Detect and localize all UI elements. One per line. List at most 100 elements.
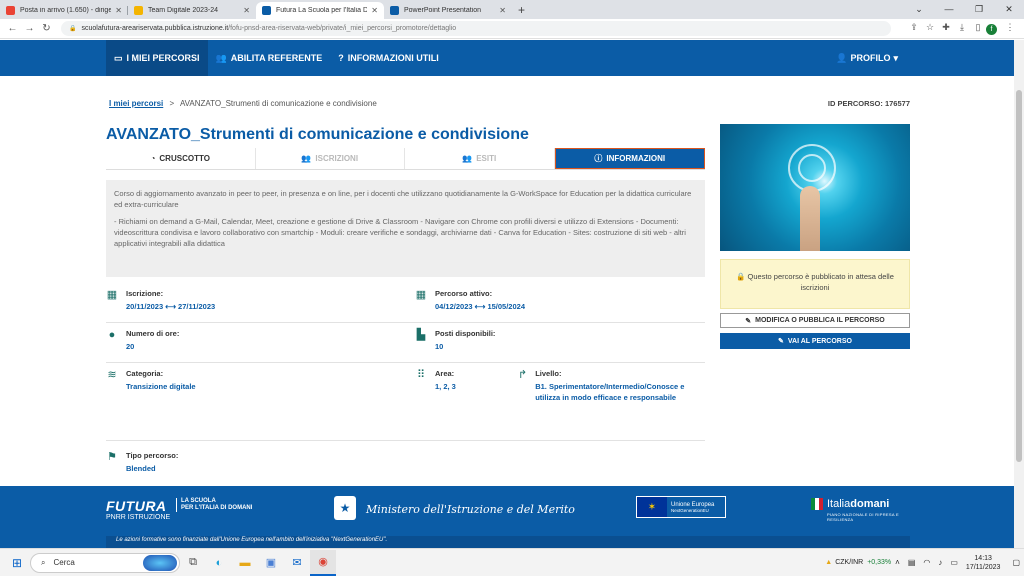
restore-icon[interactable]: ❐	[964, 0, 994, 18]
url-path: /fofu-pnsd-area-riservata-web/private/i_…	[228, 25, 457, 32]
back-icon[interactable]: ←	[4, 23, 21, 34]
edit-icon: ✎	[778, 338, 784, 345]
lock-icon: 🔒	[736, 272, 746, 281]
calendar-icon: ▦	[106, 289, 118, 301]
chevron-down-icon[interactable]: ⌄	[904, 0, 934, 18]
browser-tab-team[interactable]: Team Digitale 2023-24 ✕	[128, 2, 256, 19]
edit-icon: ✎	[745, 317, 752, 325]
glow-ring	[798, 154, 826, 182]
nav-my-paths[interactable]: ▭ I MIEI PERCORSI	[106, 40, 208, 76]
tab-iscrizioni[interactable]: 👥 ISCRIZIONI	[256, 148, 405, 169]
tab-cruscotto[interactable]: ◔ CRUSCOTTO	[106, 148, 256, 169]
tab-esiti[interactable]: 👥 ESITI	[405, 148, 555, 169]
network-icon[interactable]: ▤	[908, 558, 916, 567]
edge-icon[interactable]: ◐	[206, 557, 232, 569]
store-icon[interactable]: ▣	[258, 556, 284, 569]
scrollbar-thumb[interactable]	[1016, 90, 1022, 462]
nav-profile[interactable]: 👤 PROFILO ▾	[836, 53, 898, 64]
task-view-icon[interactable]: ⧉	[180, 556, 206, 569]
gmail-icon	[6, 6, 15, 15]
clock[interactable]: 14:13 17/11/2023	[966, 554, 1001, 572]
search-highlight-icon	[143, 554, 177, 571]
course-tabs: ◔ CRUSCOTTO 👥 ISCRIZIONI 👥 ESITI ⓘ INFOR…	[106, 148, 705, 170]
sidebar-icon[interactable]: ▯	[970, 22, 986, 35]
notification-icon[interactable]: ▢	[1012, 558, 1020, 567]
ministry-name: Ministero dell'Istruzione e del Merito	[366, 503, 575, 516]
mail-icon[interactable]: ✉	[284, 556, 310, 569]
chevron-up-icon[interactable]: ˄	[895, 558, 900, 567]
forward-icon[interactable]: →	[21, 23, 38, 34]
description-topics: - Richiami on demand a G-Mail, Calendar,…	[114, 217, 686, 248]
windows-taskbar: ⊞ ⌕ Cerca ⧉ ◐ ▬ ▣ ✉ ◉ ▲ CZK/INR +0,33% ˄…	[0, 548, 1024, 576]
new-tab-button[interactable]: +	[512, 2, 531, 19]
menu-icon[interactable]: ⋮	[1002, 22, 1018, 35]
lock-icon: 🔒	[69, 26, 77, 32]
browser-tab-gmail[interactable]: Posta in arrivo (1.650) - dirigente ✕	[0, 2, 128, 19]
republic-emblem-icon: ★	[334, 496, 356, 520]
url-host: scuolafutura-areariservata.pubblica.istr…	[81, 25, 229, 32]
calendar-icon: ▦	[415, 289, 427, 301]
users-icon: 👥	[215, 52, 227, 63]
futura-logo: FUTURA	[106, 498, 167, 514]
field-posti-disponibili: ▙ Posti disponibili: 10	[416, 329, 496, 351]
reload-icon[interactable]: ↻	[38, 23, 55, 34]
field-numero-ore: ● Numero di ore: 20	[106, 329, 180, 352]
browser-tab-powerpoint[interactable]: PowerPoint Presentation ✕	[384, 2, 512, 19]
address-bar[interactable]: 🔒 scuolafutura-areariservata.pubblica.is…	[61, 21, 891, 36]
page-content: ▭ I MIEI PERCORSI 👥 ABILITA REFERENTE ? …	[0, 40, 1014, 548]
page-title: AVANZATO_Strumenti di comunicazione e co…	[106, 126, 529, 143]
search-icon: ⌕	[41, 557, 46, 567]
users-icon: 👥	[301, 154, 312, 163]
monitor-icon: ▭	[114, 52, 123, 63]
tab-informazioni[interactable]: ⓘ INFORMAZIONI	[554, 148, 705, 169]
edit-publish-button[interactable]: ✎ MODIFICA O PUBBLICA IL PERCORSO	[720, 313, 910, 328]
page-scrollbar[interactable]	[1014, 40, 1024, 548]
pnrr-label: PNRR ISTRUZIONE	[106, 514, 171, 521]
share-icon[interactable]: ⇪	[906, 22, 922, 35]
close-window-icon[interactable]: ✕	[994, 0, 1024, 18]
details-row: ▦ Iscrizione: 20/11/2023 ⟷ 27/11/2023 ▦ …	[106, 283, 705, 323]
nav-useful-info[interactable]: ? INFORMAZIONI UTILI	[330, 40, 447, 76]
futura-icon	[262, 6, 271, 15]
volume-icon[interactable]: ♪	[938, 558, 942, 567]
breadcrumb-current: AVANZATO_Strumenti di comunicazione e co…	[179, 99, 377, 108]
browser-tab-strip: Posta in arrivo (1.650) - dirigente ✕ Te…	[0, 0, 1024, 19]
description-intro: Corso di aggiornamento avanzato in peer …	[114, 189, 692, 209]
wifi-icon[interactable]: ◠	[923, 558, 930, 567]
battery-icon[interactable]: ▭	[950, 558, 958, 567]
caret-down-icon: ▾	[893, 52, 898, 63]
extensions-icon[interactable]: ✚	[938, 22, 954, 35]
close-icon[interactable]: ✕	[243, 6, 250, 15]
field-categoria: ≋ Categoria: Transizione digitale	[107, 369, 196, 391]
level-up-icon: ↱	[518, 369, 528, 381]
close-icon[interactable]: ✕	[371, 6, 378, 15]
taskbar-search[interactable]: ⌕ Cerca	[30, 552, 180, 573]
field-tipo-percorso: ⚑ Tipo percorso: Blended	[107, 451, 179, 473]
profile-avatar[interactable]: f	[986, 22, 1002, 35]
go-to-course-button[interactable]: ✎ VAI AL PERCORSO	[720, 333, 910, 349]
nav-enable-referent[interactable]: 👥 ABILITA REFERENTE	[208, 40, 331, 76]
status-notice: 🔒 Questo percorso è pubblicato in attesa…	[720, 259, 910, 309]
download-icon[interactable]: ⤓	[954, 22, 970, 35]
field-area: ⠿ Area: 1, 2, 3	[416, 369, 456, 391]
explorer-icon[interactable]: ▬	[232, 557, 258, 569]
breadcrumb: I miei percorsi > AVANZATO_Strumenti di …	[109, 99, 910, 108]
field-iscrizione: ▦ Iscrizione: 20/11/2023 ⟷ 27/11/2023	[106, 289, 216, 311]
chrome-icon[interactable]: ◉	[310, 549, 336, 576]
details-row: ≋ Categoria: Transizione digitale ⠿ Area…	[106, 363, 705, 441]
course-image	[720, 124, 910, 251]
browser-tab-futura[interactable]: Futura La Scuola per l'Italia Dom ✕	[256, 2, 384, 19]
star-icon[interactable]: ☆	[922, 22, 938, 35]
windows-start-icon[interactable]: ⊞	[4, 556, 30, 570]
field-percorso-attivo: ▦ Percorso attivo: 04/12/2023 ⟷ 15/05/20…	[415, 289, 525, 311]
breadcrumb-root-link[interactable]: I miei percorsi	[109, 99, 163, 108]
funding-note: Le azioni formative sono finanziate dall…	[116, 537, 388, 543]
futura-icon	[390, 6, 399, 15]
question-icon: ?	[338, 53, 344, 63]
minimize-icon[interactable]: —	[934, 0, 964, 18]
course-id: ID PERCORSO: 176577	[827, 99, 910, 108]
stock-icon: ▲	[825, 559, 833, 566]
close-icon[interactable]: ✕	[115, 6, 122, 15]
close-icon[interactable]: ✕	[499, 6, 506, 15]
signpost-icon: ⚑	[107, 451, 117, 463]
